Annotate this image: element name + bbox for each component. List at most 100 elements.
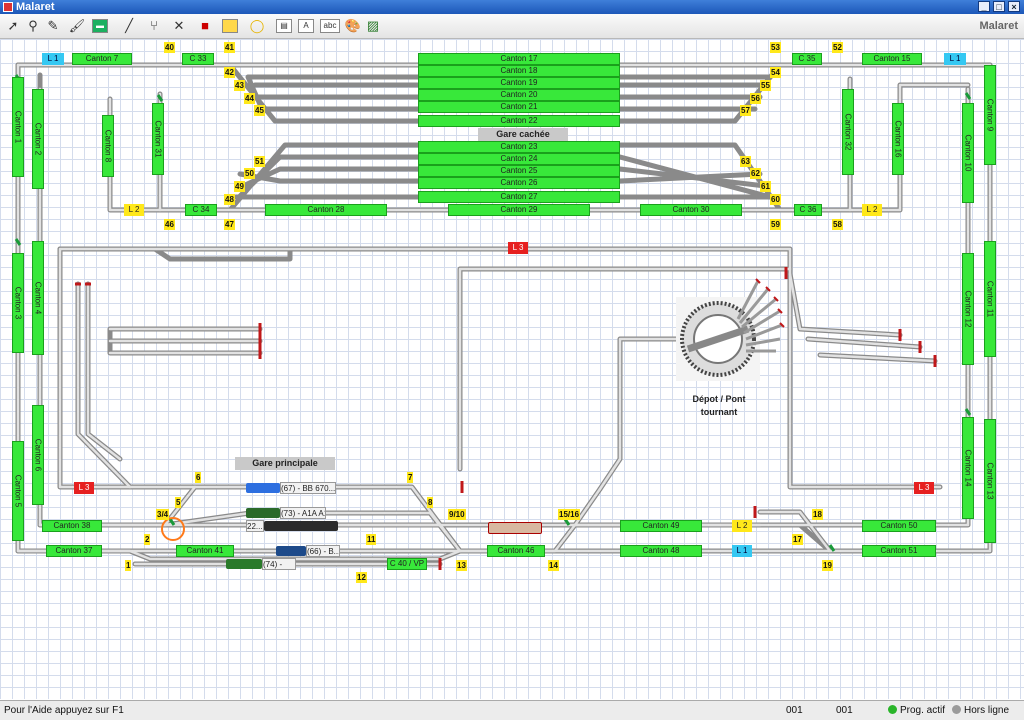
image-icon[interactable]: ▨ — [364, 17, 382, 35]
canton-1[interactable]: Canton 1 — [12, 77, 24, 177]
canton-10[interactable]: Canton 10 — [962, 103, 974, 203]
switch-55[interactable]: 55 — [760, 80, 771, 91]
palette-icon[interactable]: 🎨 — [344, 17, 362, 35]
canton-icon[interactable]: ▬ — [92, 19, 108, 33]
switch-9-10[interactable]: 9/10 — [448, 509, 466, 520]
train-loco-74[interactable] — [226, 559, 262, 569]
text-abc-icon[interactable]: abc — [320, 19, 340, 33]
canton-3[interactable]: Canton 3 — [12, 253, 24, 353]
train-loco-66[interactable] — [276, 546, 306, 556]
switch-43[interactable]: 43 — [234, 80, 245, 91]
canton-8[interactable]: Canton 8 — [102, 115, 114, 177]
switch-56[interactable]: 56 — [750, 93, 761, 104]
switch-53[interactable]: 53 — [770, 42, 781, 53]
train-loco-22[interactable] — [264, 521, 338, 531]
canton-15[interactable]: Canton 15 — [862, 53, 922, 65]
canton-51[interactable]: Canton 51 — [862, 545, 936, 557]
canton-7[interactable]: Canton 7 — [72, 53, 132, 65]
canton-34[interactable]: C 34 — [185, 204, 217, 216]
canton-11[interactable]: Canton 11 — [984, 241, 996, 357]
line-label-l3c[interactable]: L 3 — [914, 482, 934, 494]
canton-22[interactable]: Canton 22 — [418, 115, 620, 127]
switch-52[interactable]: 52 — [832, 42, 843, 53]
canton-50[interactable]: Canton 50 — [862, 520, 936, 532]
canton-31[interactable]: Canton 31 — [152, 103, 164, 175]
line-label-l2a[interactable]: L 2 — [124, 204, 144, 216]
canton-27[interactable]: Canton 27 — [418, 191, 620, 203]
line-icon[interactable]: ╱ — [120, 17, 138, 35]
train-66[interactable]: (66) - B... — [306, 545, 340, 557]
layout-canvas[interactable]: L 1 Canton 7 C 33 Canton 17 Canton 18 Ca… — [0, 39, 1024, 699]
canton-40[interactable]: C 40 / VP — [387, 558, 427, 570]
train-22[interactable]: 22... — [246, 520, 264, 532]
train-73[interactable]: (73) - A1A A1... — [280, 507, 326, 519]
line-label-l2c[interactable]: L 2 — [732, 520, 752, 532]
brush-icon[interactable]: 🖌 — [68, 17, 86, 35]
minimize-button[interactable]: _ — [978, 1, 990, 12]
switch-17[interactable]: 17 — [792, 534, 803, 545]
switch-61[interactable]: 61 — [760, 181, 771, 192]
switch-47[interactable]: 47 — [224, 219, 235, 230]
circle-icon[interactable]: ◯ — [248, 17, 266, 35]
canton-21[interactable]: Canton 21 — [418, 101, 620, 113]
switch-18[interactable]: 18 — [812, 509, 823, 520]
switch-icon[interactable]: ⑂ — [145, 17, 163, 35]
maximize-button[interactable]: □ — [993, 1, 1005, 12]
canton-33[interactable]: C 33 — [182, 53, 214, 65]
switch-3-4[interactable]: 3/4 — [156, 509, 170, 520]
canton-36[interactable]: C 36 — [794, 204, 822, 216]
switch-11[interactable]: 11 — [366, 534, 377, 545]
line-label-l1c[interactable]: L 1 — [732, 545, 752, 557]
canton-25[interactable]: Canton 25 — [418, 165, 620, 177]
canton-19[interactable]: Canton 19 — [418, 77, 620, 89]
switch-15-16[interactable]: 15/16 — [558, 509, 581, 520]
switch-2[interactable]: 2 — [144, 534, 151, 545]
canton-29[interactable]: Canton 29 — [448, 204, 590, 216]
close-button[interactable]: × — [1008, 1, 1020, 12]
switch-57[interactable]: 57 — [740, 105, 751, 116]
canton-6[interactable]: Canton 6 — [32, 405, 44, 505]
canton-41[interactable]: Canton 41 — [176, 545, 234, 557]
canton-24[interactable]: Canton 24 — [418, 153, 620, 165]
train-74[interactable]: (74) - — [262, 558, 296, 570]
cursor-icon[interactable]: ➚ — [4, 17, 22, 35]
switch-44[interactable]: 44 — [244, 93, 255, 104]
switch-48[interactable]: 48 — [224, 194, 235, 205]
switch-12[interactable]: 12 — [356, 572, 367, 583]
edit-icon[interactable]: ⚲ — [24, 17, 42, 35]
switch-13[interactable]: 13 — [456, 560, 467, 571]
block-icon[interactable] — [222, 19, 238, 33]
switch-40[interactable]: 40 — [164, 42, 175, 53]
canton-20[interactable]: Canton 20 — [418, 89, 620, 101]
canton-4[interactable]: Canton 4 — [32, 241, 44, 355]
switch-59[interactable]: 59 — [770, 219, 781, 230]
line-label-l2b[interactable]: L 2 — [862, 204, 882, 216]
switch-41[interactable]: 41 — [224, 42, 235, 53]
canton-17[interactable]: Canton 17 — [418, 53, 620, 65]
panel-icon[interactable]: ▤ — [276, 19, 292, 33]
line-label-l3a[interactable]: L 3 — [508, 242, 528, 254]
canton-32[interactable]: Canton 32 — [842, 89, 854, 175]
canton-46[interactable]: Canton 46 — [487, 545, 545, 557]
canton-18[interactable]: Canton 18 — [418, 65, 620, 77]
line-label-l3b[interactable]: L 3 — [74, 482, 94, 494]
switch-46[interactable]: 46 — [164, 219, 175, 230]
canton-13[interactable]: Canton 13 — [984, 419, 996, 543]
canton-9[interactable]: Canton 9 — [984, 65, 996, 165]
switch-49[interactable]: 49 — [234, 181, 245, 192]
switch-6[interactable]: 6 — [195, 472, 202, 483]
canton-48[interactable]: Canton 48 — [620, 545, 702, 557]
switch-1[interactable]: 1 — [125, 560, 132, 571]
switch-63[interactable]: 63 — [740, 156, 751, 167]
canton-14[interactable]: Canton 14 — [962, 417, 974, 519]
canton-23[interactable]: Canton 23 — [418, 141, 620, 153]
switch-5[interactable]: 5 — [175, 497, 182, 508]
line-label-l1a[interactable]: L 1 — [42, 53, 64, 65]
switch-62[interactable]: 62 — [750, 168, 761, 179]
signal-icon[interactable]: ■ — [196, 17, 214, 35]
canton-38[interactable]: Canton 38 — [42, 520, 102, 532]
switch-58[interactable]: 58 — [832, 219, 843, 230]
canton-2[interactable]: Canton 2 — [32, 89, 44, 189]
canton-30[interactable]: Canton 30 — [640, 204, 742, 216]
switch-54[interactable]: 54 — [770, 67, 781, 78]
